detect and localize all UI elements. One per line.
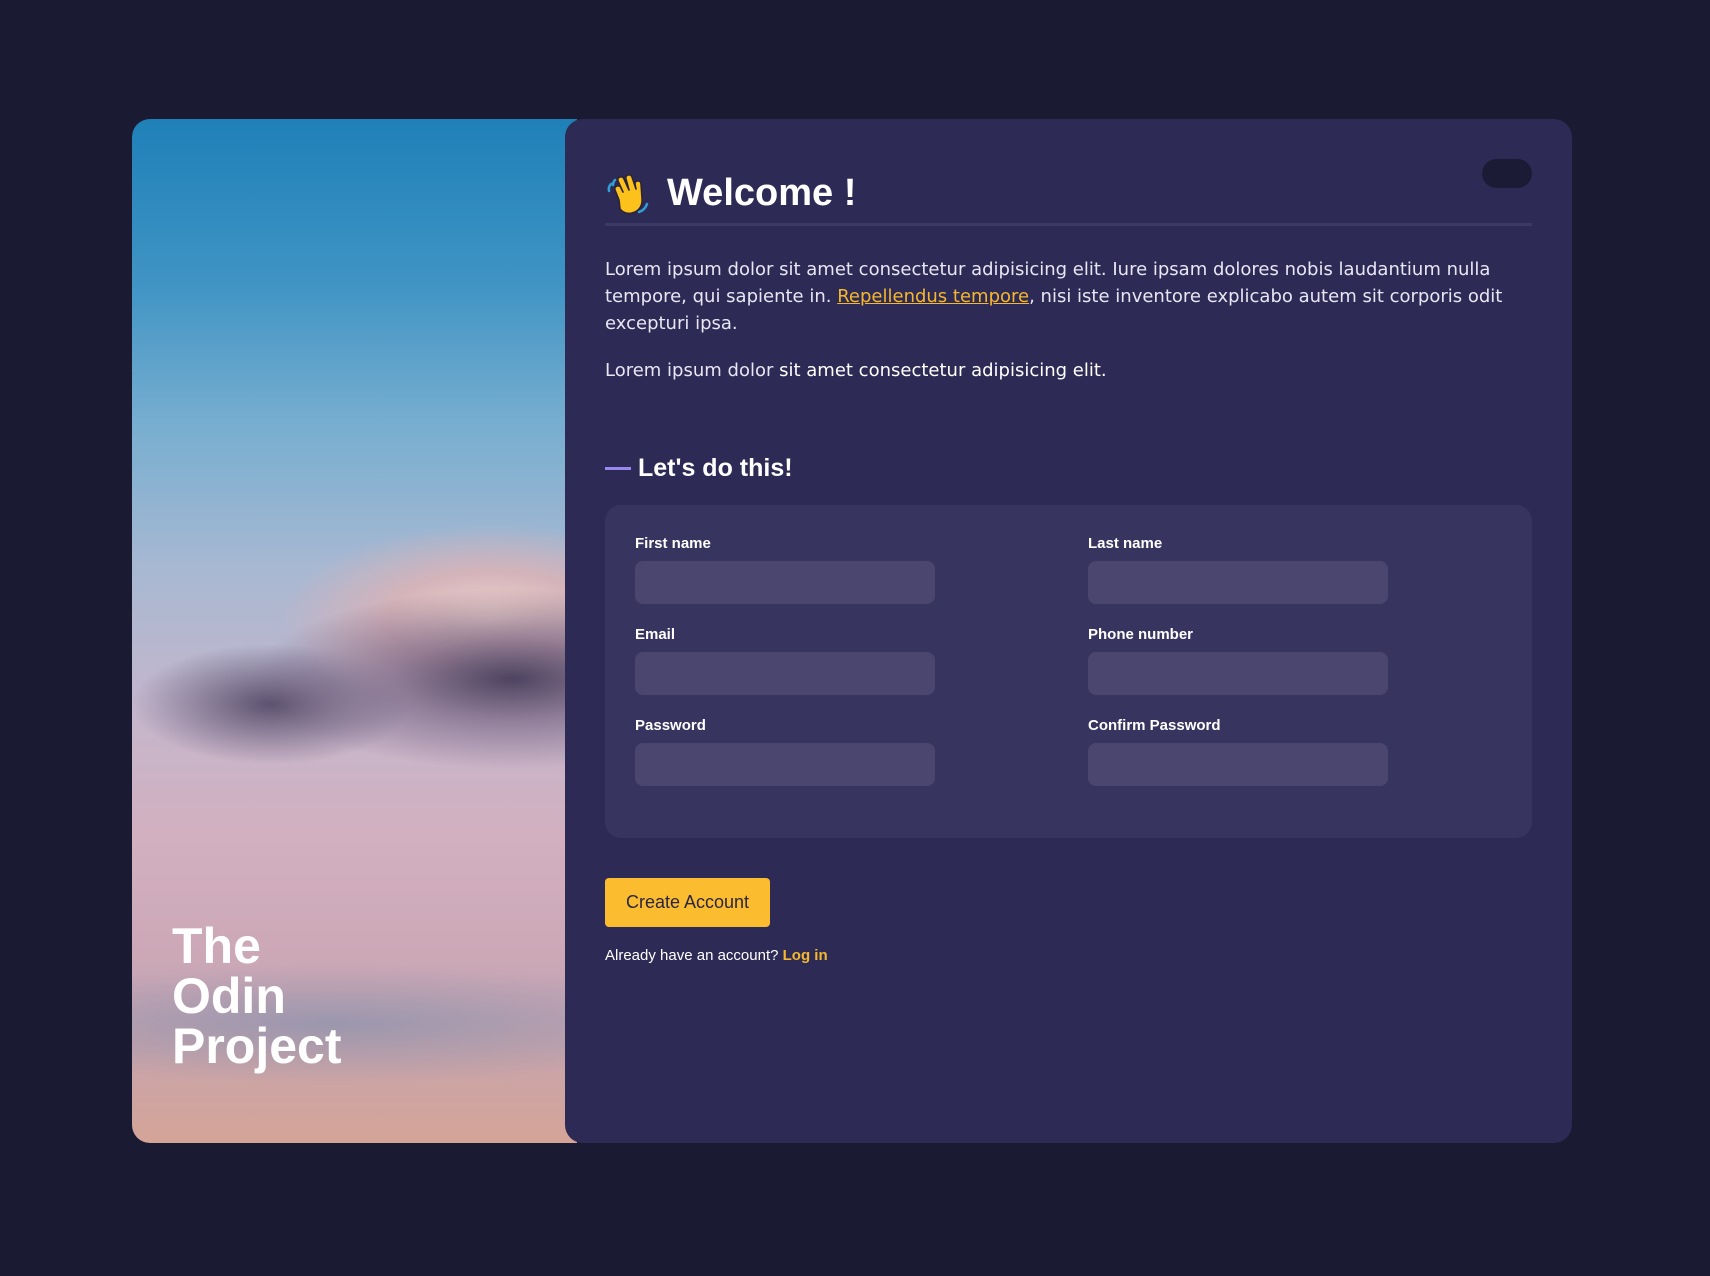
panel-header: Welcome ! [605, 159, 1532, 226]
confirm-password-input[interactable] [1088, 743, 1388, 786]
waving-hand-icon [607, 173, 649, 215]
first-name-label: First name [635, 535, 711, 552]
password-field: Password [635, 717, 1088, 808]
intro-paragraph-1: Lorem ipsum dolor sit amet consectetur a… [605, 256, 1532, 337]
create-account-button[interactable]: Create Account [605, 878, 770, 927]
login-prompt-text: Already have an account? [605, 947, 783, 964]
content-panel: Welcome ! Lorem ipsum dolor sit amet con… [565, 119, 1572, 1143]
repellendus-link[interactable]: Repellendus tempore [837, 286, 1029, 307]
intro-emphasis: sit amet consectetur adipisicing elit. [779, 360, 1107, 381]
moon-icon [1492, 165, 1500, 182]
login-prompt: Already have an account? Log in [605, 947, 1532, 964]
password-input[interactable] [635, 743, 935, 786]
brand-title-line: The [172, 918, 261, 974]
phone-label: Phone number [1088, 626, 1194, 643]
last-name-input[interactable] [1088, 561, 1388, 604]
intro-text-segment: Lorem ipsum dolor [605, 360, 780, 381]
brand-title-line: Odin [172, 968, 286, 1024]
confirm-password-field: Confirm Password [1088, 717, 1388, 808]
password-label: Password [635, 717, 706, 734]
form-section-title: Let's do this! [605, 454, 1532, 483]
email-field: Email [635, 626, 1088, 717]
confirm-password-label: Confirm Password [1088, 717, 1221, 734]
intro-paragraph-2: Lorem ipsum dolor sit amet consectetur a… [605, 357, 1532, 384]
sky-hero-image: The Odin Project [132, 119, 577, 1143]
brand-title-line: Project [172, 1018, 342, 1074]
email-label: Email [635, 626, 676, 643]
section-dash [605, 467, 631, 470]
signup-form: First name Last name Email Phone number … [605, 505, 1532, 838]
intro-text: Lorem ipsum dolor sit amet consectetur a… [605, 256, 1532, 384]
first-name-field: First name [635, 535, 1088, 626]
email-input[interactable] [635, 652, 935, 695]
section-title-text: Let's do this! [638, 454, 793, 482]
last-name-field: Last name [1088, 535, 1388, 626]
first-name-input[interactable] [635, 561, 935, 604]
login-link[interactable]: Log in [783, 947, 828, 964]
phone-input[interactable] [1088, 652, 1388, 695]
last-name-label: Last name [1088, 535, 1163, 552]
welcome-heading: Welcome ! [667, 171, 857, 214]
theme-toggle[interactable] [1482, 159, 1532, 188]
brand-title: The Odin Project [172, 921, 342, 1071]
signup-card: The Odin Project Welcome ! Lorem ipsum d… [132, 119, 1572, 1143]
phone-field: Phone number [1088, 626, 1388, 717]
